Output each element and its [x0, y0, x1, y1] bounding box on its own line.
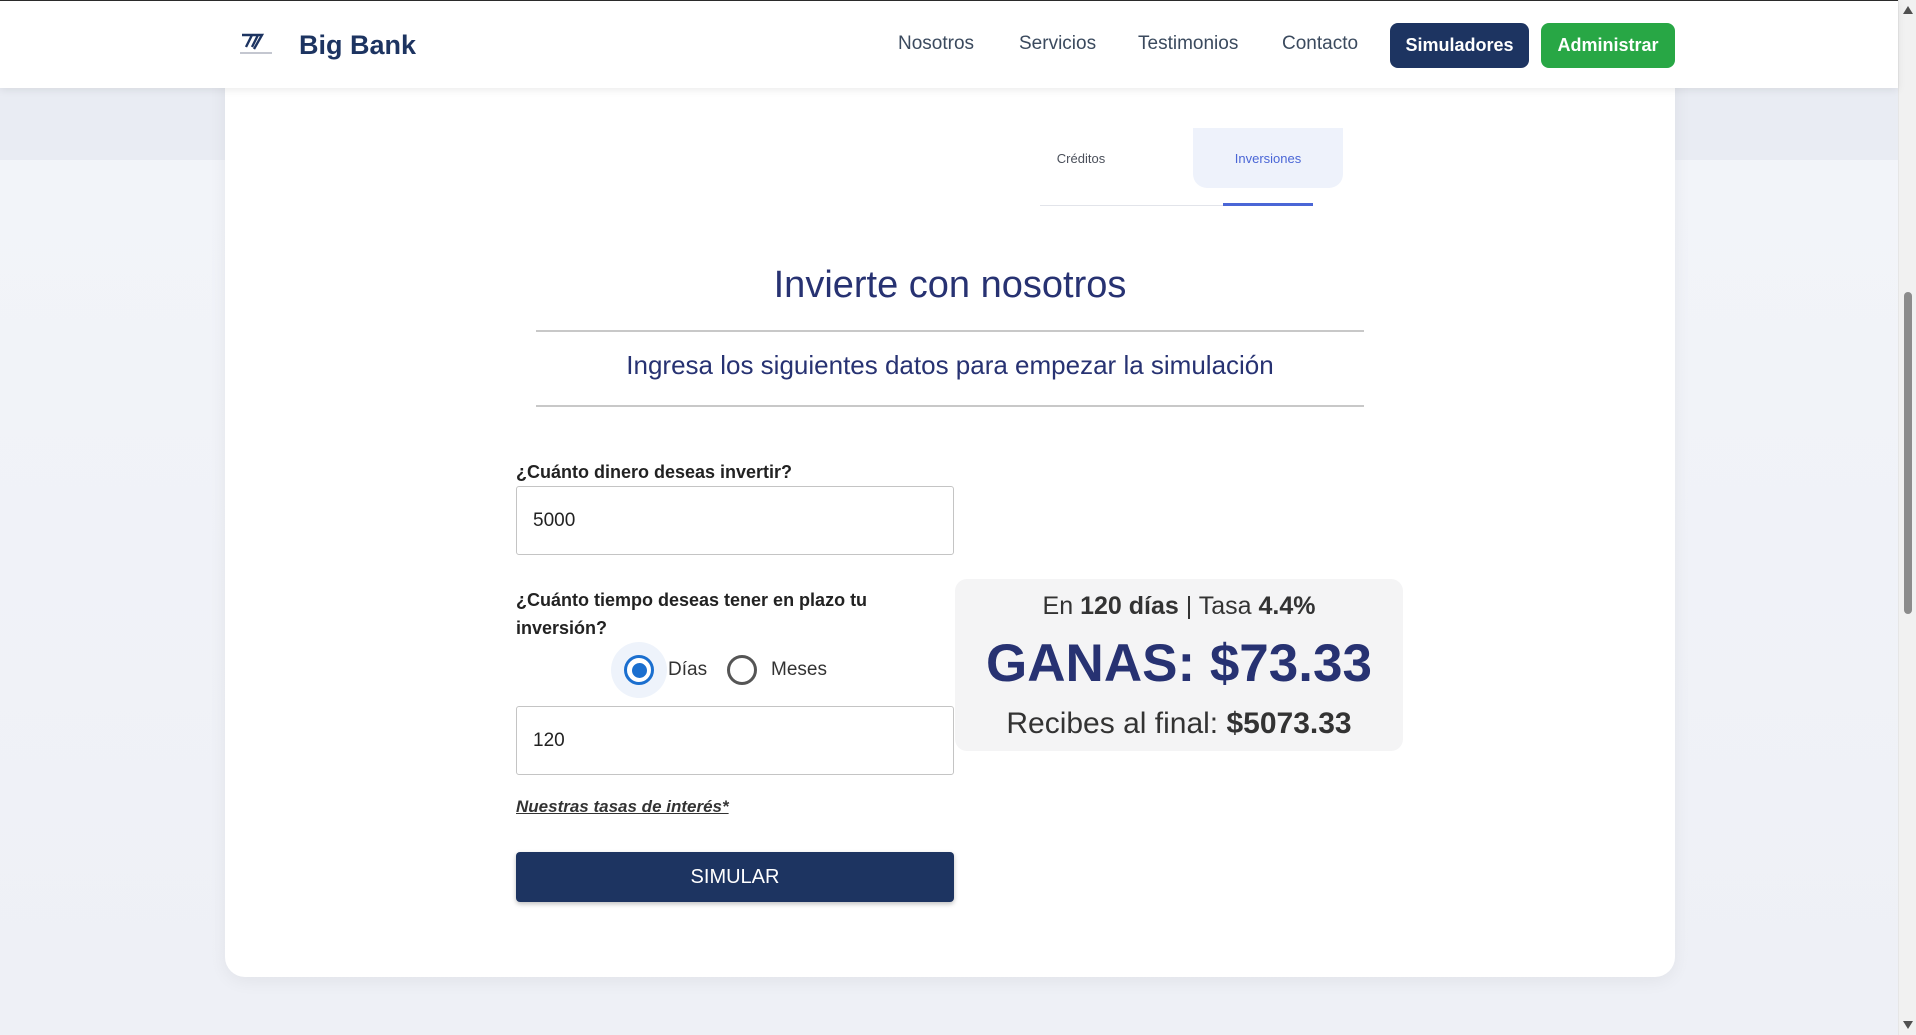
result-summary: En 120 días | Tasa 4.4% [955, 592, 1403, 621]
result-term-prefix: En [1042, 592, 1074, 620]
result-panel: En 120 días | Tasa 4.4% GANAS: $73.33 Re… [955, 579, 1403, 751]
tab-creditos[interactable]: Créditos [1015, 128, 1147, 188]
active-tab-indicator [1223, 203, 1313, 206]
divider [536, 405, 1364, 407]
interest-rates-link[interactable]: Nuestras tasas de interés* [516, 797, 729, 817]
amount-input[interactable] [516, 486, 954, 555]
result-term: 120 días [1080, 592, 1179, 620]
simulate-button[interactable]: SIMULAR [516, 852, 954, 902]
result-final-value: $5073.33 [1226, 707, 1352, 740]
result-gain: GANAS: $73.33 [986, 634, 1372, 693]
result-rate: 4.4% [1258, 592, 1316, 620]
term-input[interactable] [516, 706, 954, 775]
result-rate-prefix: | Tasa [1185, 592, 1252, 620]
scroll-down-arrow-icon[interactable] [1903, 1021, 1913, 1029]
scroll-thumb[interactable] [1904, 292, 1912, 614]
nav-contacto[interactable]: Contacto [1282, 33, 1358, 55]
term-label: ¿Cuánto tiempo deseas tener en plazo tu … [516, 590, 868, 638]
radio-dias[interactable]: Días [624, 642, 707, 698]
page-title: Invierte con nosotros [773, 264, 1127, 306]
radio-dias-control[interactable] [624, 655, 654, 685]
bank-logo-icon[interactable] [236, 31, 276, 57]
nav-nosotros[interactable]: Nosotros [898, 33, 974, 55]
brand-name[interactable]: Big Bank [299, 30, 416, 61]
radio-meses-control[interactable] [727, 655, 757, 685]
result-final: Recibes al final: $5073.33 [955, 707, 1403, 741]
radio-dias-label: Días [668, 659, 708, 680]
divider [536, 330, 1364, 332]
radio-meses-label: Meses [771, 659, 827, 680]
nav-servicios[interactable]: Servicios [1019, 33, 1096, 55]
administrar-button[interactable]: Administrar [1541, 23, 1675, 68]
vertical-scrollbar[interactable] [1898, 0, 1916, 1035]
nav-testimonios[interactable]: Testimonios [1138, 33, 1238, 55]
simuladores-button[interactable]: Simuladores [1390, 23, 1529, 68]
amount-label: ¿Cuánto dinero deseas invertir? [516, 462, 793, 482]
result-final-prefix: Recibes al final: [1006, 707, 1219, 740]
scroll-up-arrow-icon[interactable] [1903, 6, 1913, 14]
radio-meses[interactable]: Meses [727, 642, 827, 698]
navbar: Big Bank Nosotros Servicios Testimonios … [0, 0, 1898, 88]
tab-inversiones[interactable]: Inversiones [1193, 128, 1343, 188]
radio-dot [631, 662, 647, 678]
page-subtitle: Ingresa los siguientes datos para empeza… [626, 350, 1274, 380]
